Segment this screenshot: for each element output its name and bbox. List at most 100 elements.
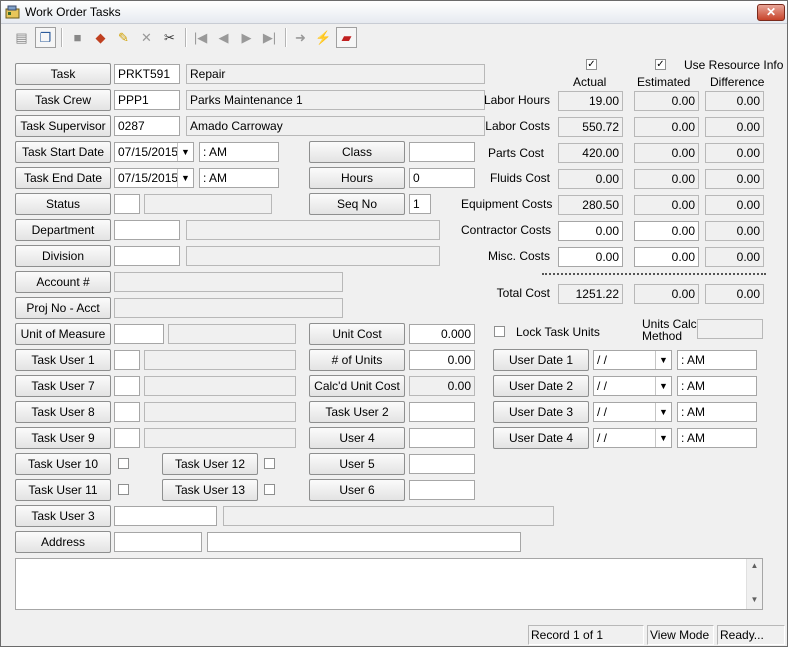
lock-task-units-checkbox[interactable] [494,326,505,337]
user-date-4-time-field[interactable]: : AM [677,428,757,448]
task-user-9-code-field[interactable] [114,428,140,448]
num-units-button[interactable]: # of Units [309,349,405,371]
task-crew-code-field[interactable]: PPP1 [114,90,180,110]
chevron-down-icon[interactable]: ▼ [177,169,193,187]
task-user-11-button[interactable]: Task User 11 [15,479,111,501]
actual-checkbox[interactable]: ✓ [586,59,597,70]
class-button[interactable]: Class [309,141,405,163]
task-user-13-checkbox[interactable] [264,484,275,495]
chevron-down-icon[interactable]: ▼ [655,429,671,447]
task-user-1-code-field[interactable] [114,350,140,370]
task-end-time-field[interactable]: : AM [199,168,279,188]
book-icon[interactable]: ◆ [90,27,111,48]
scroll-up-icon[interactable]: ▲ [747,561,762,573]
status-code-field[interactable] [114,194,140,214]
misc-costs-estimated[interactable]: 0.00 [634,247,699,267]
delete-icon[interactable]: ✕ [136,27,157,48]
user-date-1-picker[interactable]: / / ▼ [593,350,672,370]
misc-costs-actual[interactable]: 0.00 [558,247,623,267]
task-end-date-button[interactable]: Task End Date [15,167,111,189]
eraser-icon[interactable]: ▰ [336,27,357,48]
address-number-field[interactable] [114,532,202,552]
unit-cost-button[interactable]: Unit Cost [309,323,405,345]
num-units-field[interactable]: 0.00 [409,350,475,370]
user-date-2-time-field[interactable]: : AM [677,376,757,396]
user-date-2-button[interactable]: User Date 2 [493,375,589,397]
user-date-3-picker[interactable]: / / ▼ [593,402,672,422]
user-date-1-time-field[interactable]: : AM [677,350,757,370]
seq-no-button[interactable]: Seq No [309,193,405,215]
user-date-3-button[interactable]: User Date 3 [493,401,589,423]
use-resource-info-checkbox[interactable]: ✓ [655,59,666,70]
chevron-down-icon[interactable]: ▼ [655,351,671,369]
cut-icon[interactable]: ✂ [159,27,180,48]
task-user-1-button[interactable]: Task User 1 [15,349,111,371]
go-icon[interactable]: ➜ [290,27,311,48]
user-date-3-time-field[interactable]: : AM [677,402,757,422]
task-user-7-code-field[interactable] [114,376,140,396]
account-button[interactable]: Account # [15,271,111,293]
notes-scrollbar[interactable]: ▲ ▼ [746,559,762,609]
task-user-2-button[interactable]: Task User 2 [309,401,405,423]
unit-of-measure-code-field[interactable] [114,324,164,344]
copy-icon[interactable]: ❐ [35,27,56,48]
task-code-field[interactable]: PRKT591 [114,64,180,84]
user-4-field[interactable] [409,428,475,448]
task-user-13-button[interactable]: Task User 13 [162,479,258,501]
chevron-down-icon[interactable]: ▼ [655,377,671,395]
next-record-icon[interactable]: ▶ [236,27,257,48]
task-end-date-picker[interactable]: 07/15/2015 ▼ [114,168,194,188]
task-user-8-code-field[interactable] [114,402,140,422]
user-date-2-picker[interactable]: / / ▼ [593,376,672,396]
notes-textarea[interactable]: ▲ ▼ [15,558,763,610]
department-code-field[interactable] [114,220,180,240]
task-user-10-checkbox[interactable] [118,458,129,469]
contractor-costs-estimated[interactable]: 0.00 [634,221,699,241]
first-record-icon[interactable]: |◀ [190,27,211,48]
address-street-field[interactable] [207,532,521,552]
proj-no-acct-button[interactable]: Proj No - Acct [15,297,111,319]
status-button[interactable]: Status [15,193,111,215]
close-button[interactable]: ✕ [757,4,785,21]
task-user-10-button[interactable]: Task User 10 [15,453,111,475]
task-user-8-button[interactable]: Task User 8 [15,401,111,423]
task-user-7-button[interactable]: Task User 7 [15,375,111,397]
task-user-3-button[interactable]: Task User 3 [15,505,111,527]
seq-no-field[interactable]: 1 [409,194,431,214]
department-button[interactable]: Department [15,219,111,241]
edit-icon[interactable]: ✎ [113,27,134,48]
user-date-1-button[interactable]: User Date 1 [493,349,589,371]
task-user-2-field[interactable] [409,402,475,422]
unit-cost-field[interactable]: 0.000 [409,324,475,344]
lightning-icon[interactable]: ⚡ [313,27,334,48]
task-user-12-button[interactable]: Task User 12 [162,453,258,475]
task-supervisor-code-field[interactable]: 0287 [114,116,180,136]
user-date-4-picker[interactable]: / / ▼ [593,428,672,448]
chevron-down-icon[interactable]: ▼ [177,143,193,161]
save-icon[interactable]: ■ [67,27,88,48]
user-5-field[interactable] [409,454,475,474]
user-4-button[interactable]: User 4 [309,427,405,449]
task-start-date-button[interactable]: Task Start Date [15,141,111,163]
task-user-12-checkbox[interactable] [264,458,275,469]
contractor-costs-actual[interactable]: 0.00 [558,221,623,241]
properties-icon[interactable]: ▤ [11,27,32,48]
division-button[interactable]: Division [15,245,111,267]
calcd-unit-cost-button[interactable]: Calc'd Unit Cost [309,375,405,397]
address-button[interactable]: Address [15,531,111,553]
unit-of-measure-button[interactable]: Unit of Measure [15,323,111,345]
task-button[interactable]: Task [15,63,111,85]
task-crew-button[interactable]: Task Crew [15,89,111,111]
previous-record-icon[interactable]: ◀ [213,27,234,48]
chevron-down-icon[interactable]: ▼ [655,403,671,421]
task-start-time-field[interactable]: : AM [199,142,279,162]
scroll-down-icon[interactable]: ▼ [747,595,762,607]
user-6-field[interactable] [409,480,475,500]
task-supervisor-button[interactable]: Task Supervisor [15,115,111,137]
task-start-date-picker[interactable]: 07/15/2015 ▼ [114,142,194,162]
user-5-button[interactable]: User 5 [309,453,405,475]
user-6-button[interactable]: User 6 [309,479,405,501]
last-record-icon[interactable]: ▶| [259,27,280,48]
user-date-4-button[interactable]: User Date 4 [493,427,589,449]
task-user-9-button[interactable]: Task User 9 [15,427,111,449]
